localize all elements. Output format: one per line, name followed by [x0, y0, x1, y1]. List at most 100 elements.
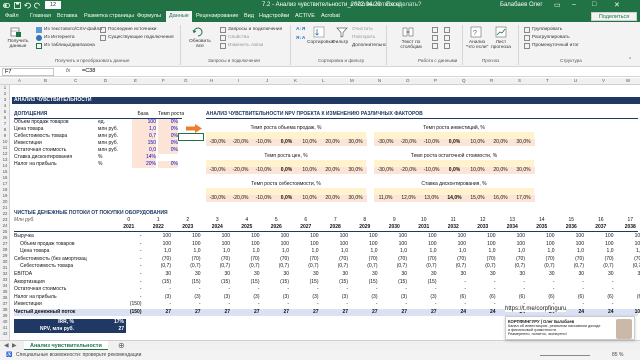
tab-view[interactable]: Вид: [244, 13, 254, 19]
font-size-box[interactable]: 12: [45, 1, 61, 9]
sort-icon[interactable]: [313, 26, 325, 38]
relationships-icon[interactable]: [444, 35, 450, 41]
column-header-b: B: [44, 78, 48, 83]
assumption-growth-input[interactable]: 0%: [158, 119, 178, 126]
filter-button[interactable]: Фильтр: [332, 40, 348, 45]
filter-icon[interactable]: [336, 26, 348, 38]
cf-cell: 1,0: [636, 248, 640, 255]
assumption-base-input[interactable]: 0,0: [132, 147, 156, 154]
text-to-columns-icon[interactable]: [402, 26, 414, 38]
accessibility-status[interactable]: Специальные возможности: проверьте реком…: [16, 350, 141, 360]
worksheet[interactable]: 1 2 3 4 5 6 7 8 9 10 11 12 13 14 15 16 17 18 19 20 21 22 23 24 2…: [0, 85, 640, 340]
existing-connections-button[interactable]: Существующие подключения: [108, 35, 174, 40]
assumption-base-input[interactable]: 1,0: [132, 126, 156, 133]
assumption-growth-input[interactable]: 0%: [158, 147, 178, 154]
sort-za-icon[interactable]: Я↓А: [296, 36, 305, 41]
close-button[interactable]: ✕: [614, 1, 620, 9]
selected-cell[interactable]: [178, 133, 204, 141]
refresh-icon[interactable]: [192, 26, 204, 38]
assumption-growth-input[interactable]: 0%: [158, 140, 178, 147]
tab-addins[interactable]: Надстройки: [259, 13, 289, 19]
from-web-button[interactable]: Из Интернета: [44, 35, 75, 40]
refresh-all-button[interactable]: Обновить все: [186, 39, 214, 49]
maximize-button[interactable]: □: [592, 1, 596, 8]
zoom-slider[interactable]: [540, 355, 590, 356]
row-header: 14: [2, 163, 8, 168]
channel-card[interactable]: КОРПФИНГУРУ | Олег Балабаев Канал об инв…: [505, 316, 635, 340]
clear-button[interactable]: Очистить: [352, 27, 373, 32]
what-if-button[interactable]: Анализ "что если": [464, 40, 490, 50]
assumption-growth-input[interactable]: 0%: [158, 133, 178, 140]
ribbon-display-icon[interactable]: ▭: [554, 1, 561, 9]
tab-acrobat[interactable]: Acrobat: [321, 13, 340, 19]
redo-icon[interactable]: [34, 2, 41, 9]
assumption-base-input[interactable]: 100: [132, 119, 156, 126]
collapse-ribbon-icon[interactable]: ⌃: [628, 58, 632, 63]
column-header-d: D: [104, 78, 108, 83]
tab-formulas[interactable]: Формулы: [137, 13, 161, 19]
forecast-icon[interactable]: [495, 26, 507, 38]
edit-links-button[interactable]: Изменить связи: [228, 43, 263, 48]
add-sheet-icon[interactable]: ⊕: [118, 341, 125, 350]
search-box[interactable]: ⌕ Что вы хотите сделать?: [350, 2, 421, 9]
flash-fill-icon[interactable]: [432, 27, 438, 33]
cf-cell: 27: [312, 309, 319, 315]
undo-icon[interactable]: [24, 2, 31, 9]
year-header: 2031: [418, 224, 430, 230]
tab-insert[interactable]: Вставка: [57, 13, 77, 19]
zoom-level[interactable]: 85 %: [612, 350, 623, 360]
tab-data[interactable]: Данные: [166, 11, 192, 22]
data-validation-icon[interactable]: [432, 43, 438, 49]
recent-sources-button[interactable]: Последние источники: [108, 27, 156, 32]
data-model-icon[interactable]: [444, 43, 450, 49]
tab-page-layout[interactable]: Разметка страницы: [84, 13, 134, 19]
share-button[interactable]: Поделиться: [591, 12, 637, 21]
subtotal-button[interactable]: Промежуточный итог: [532, 43, 579, 48]
tab-home[interactable]: Главная: [30, 13, 51, 19]
save-icon[interactable]: [14, 2, 21, 9]
assumption-base-input[interactable]: 20%: [132, 161, 156, 168]
forecast-sheet-button[interactable]: Лист прогноза: [490, 40, 512, 50]
remove-duplicates-icon[interactable]: [432, 35, 438, 41]
get-data-icon[interactable]: [10, 26, 22, 38]
sensitivity-result-row: [206, 188, 366, 195]
from-table-button[interactable]: Из таблицы/диапазона: [44, 43, 95, 48]
get-data-button[interactable]: Получить данные: [4, 39, 32, 49]
assumption-growth-input[interactable]: 0%: [158, 161, 178, 168]
properties-button[interactable]: Свойства: [228, 35, 249, 40]
tab-active[interactable]: ACTIVE: [295, 13, 315, 19]
period-number: 13: [509, 217, 516, 223]
from-text-button[interactable]: Из текстового/CSV-файла: [44, 27, 102, 32]
fx-icon[interactable]: fx: [66, 68, 70, 74]
what-if-icon[interactable]: ?: [470, 26, 482, 38]
sort-button[interactable]: Сортировка: [307, 40, 333, 45]
cf-cell: -: [582, 278, 584, 285]
autosave-icon[interactable]: [3, 2, 10, 9]
assumption-base-input[interactable]: 14%: [132, 154, 156, 161]
ungroup-button[interactable]: Разгруппировать: [532, 35, 570, 40]
sensitivity-step-value: 0,0%: [275, 167, 298, 174]
prev-sheet-icon[interactable]: ◀: [4, 342, 9, 349]
tab-review[interactable]: Рецензирование: [196, 13, 238, 19]
consolidate-icon[interactable]: [444, 27, 450, 33]
group-button[interactable]: Группировать: [532, 27, 562, 32]
next-sheet-icon[interactable]: ▶: [12, 342, 17, 349]
queries-connections-button[interactable]: Запросы и подключения: [228, 27, 282, 32]
cf-cell: (0,7): [514, 263, 525, 270]
assumption-growth-input[interactable]: 0%: [158, 126, 178, 133]
formula-input[interactable]: =C38: [82, 68, 95, 75]
sort-az-icon[interactable]: А↓Я: [296, 27, 305, 32]
assumption-label: Цена товара: [14, 126, 44, 132]
assumption-base-input[interactable]: 0,7: [132, 133, 156, 140]
user-name[interactable]: Балабаев Олег: [500, 2, 543, 8]
cf-cell: -: [139, 240, 142, 247]
text-to-columns-button[interactable]: Текст по столбцам: [394, 40, 428, 50]
telegram-link[interactable]: https://t.me/corpfinguru: [505, 306, 567, 312]
advanced-button[interactable]: Дополнительно: [352, 43, 387, 48]
sensitivity-block-title: Темп роста инвестиций, %: [423, 125, 485, 131]
assumption-base-input[interactable]: 150: [132, 140, 156, 147]
name-box[interactable]: F7: [2, 68, 54, 76]
minimize-button[interactable]: –: [572, 1, 576, 8]
tab-file[interactable]: Файл: [5, 13, 19, 19]
reapply-button[interactable]: Повторить: [352, 35, 375, 40]
